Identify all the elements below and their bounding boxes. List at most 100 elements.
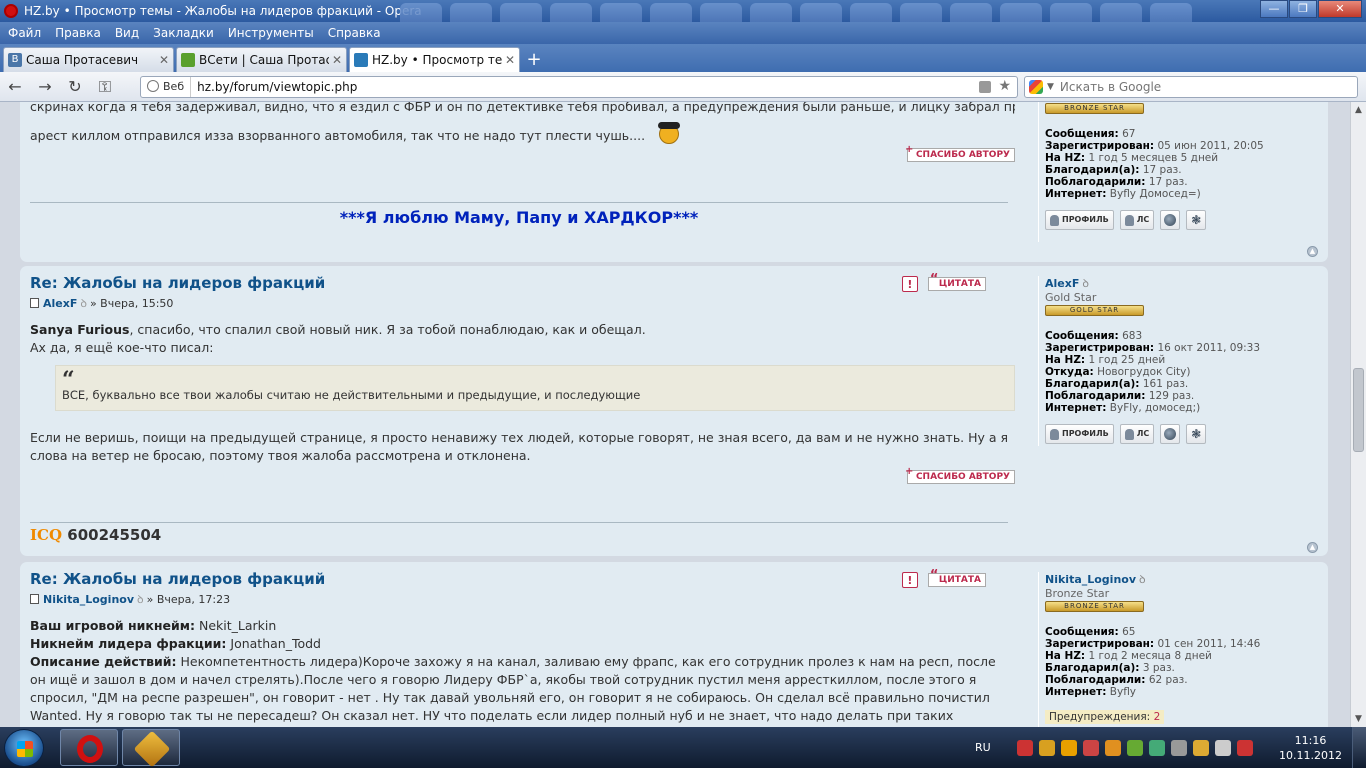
taskbar-clock[interactable]: 11:16 10.11.2012 [1279,733,1342,763]
post-body: Re: Жалобы на лидеров фракций AlexF ꝺ» Вч… [30,274,1015,484]
rss-icon[interactable] [979,81,991,93]
scroll-up-icon[interactable]: ▲ [1351,102,1366,118]
tray-app-icon[interactable] [1082,739,1099,756]
website-button[interactable] [1160,424,1181,444]
pm-button[interactable]: ЛС [1119,424,1155,444]
menu-bookmarks[interactable]: Закладки [153,26,214,40]
network-icon[interactable] [1214,739,1231,756]
show-desktop-button[interactable] [1352,727,1366,768]
tab-vk-profile[interactable]: B Саша Протасевич ✕ [3,47,174,72]
post-body: Re: Жалобы на лидеров фракций Nikita_Log… [30,570,1015,727]
search-box[interactable]: ▼ [1024,76,1358,98]
menu-help[interactable]: Справка [328,26,381,40]
icq-button[interactable]: ❃ [1186,424,1207,444]
key-icon[interactable]: ⚿ [90,77,120,97]
globe-icon [147,80,159,92]
menu-tools[interactable]: Инструменты [228,26,314,40]
tray-app-icon[interactable] [1170,739,1187,756]
post-title[interactable]: Re: Жалобы на лидеров фракций [30,274,1015,292]
post-text: арест киллом отправился изза взорванного… [30,122,1015,145]
scroll-thumb[interactable] [1353,368,1364,452]
tray-app-icon[interactable] [1148,739,1165,756]
post-author-link[interactable]: Nikita_Loginov [43,593,134,606]
report-button[interactable]: ! [901,276,918,292]
language-indicator[interactable]: RU [975,741,991,754]
profile-button[interactable]: ПРОФИЛЬ [1045,210,1114,230]
website-button[interactable] [1160,210,1181,230]
back-button[interactable]: ← [0,77,30,96]
forward-button[interactable]: → [30,77,60,96]
post-author-link[interactable]: AlexF [43,297,77,310]
taskbar-opera-button[interactable] [60,729,118,766]
window-title-bar: HZ.by • Просмотр темы - Жалобы на лидеро… [0,0,1366,41]
post-profile: BRONZE STAR Сообщения: 67 Зарегистрирова… [1038,102,1308,242]
smiley-icon [658,122,681,144]
menu-edit[interactable]: Правка [55,26,101,40]
post-profile: Nikita_Loginov ꝺ Bronze Star BRONZE STAR … [1038,572,1308,727]
volume-muted-icon[interactable] [1236,739,1253,756]
clock-date: 10.11.2012 [1279,749,1342,762]
icq-icon: ❃ [1191,427,1202,441]
pm-button[interactable]: ЛС [1119,210,1155,230]
opera-logo-icon [4,4,18,18]
thanks-author-button[interactable]: СПАСИБО АВТОРУ [905,466,1015,484]
profile-rank: Bronze Star [1045,587,1110,600]
search-input[interactable] [1059,80,1340,94]
winamp-tray-icon[interactable] [1192,739,1209,756]
menu-view[interactable]: Вид [115,26,139,40]
profile-button[interactable]: ПРОФИЛЬ [1045,424,1114,444]
tray-app-icon[interactable] [1016,739,1033,756]
taskbar-winamp-button[interactable] [122,729,180,768]
post-title[interactable]: Re: Жалобы на лидеров фракций [30,570,1015,588]
bookmark-star-icon[interactable]: ★ [998,78,1011,94]
user-icon [1124,428,1134,440]
reload-button[interactable]: ↻ [60,77,90,96]
nvidia-icon[interactable] [1126,739,1143,756]
forum-post: Re: Жалобы на лидеров фракций Nikita_Log… [20,562,1328,727]
page-content: скринах когда я тебя задерживал, видно, … [0,102,1350,727]
start-button[interactable] [4,729,44,767]
profile-username[interactable]: Nikita_Loginov ꝺ [1045,572,1308,587]
quote-button[interactable]: ЦИТАТА [927,570,986,587]
offline-icon: ꝺ [80,297,87,310]
forum-post: скринах когда я тебя задерживал, видно, … [20,102,1328,262]
tray-app-icon[interactable] [1060,739,1077,756]
offline-icon: ꝺ [1082,277,1089,290]
tab-close-icon[interactable]: ✕ [505,53,515,67]
quote-button[interactable]: ЦИТАТА [927,274,986,291]
post-text: Sanya Furious, спасибо, что спалил свой … [30,322,646,355]
tab-close-icon[interactable]: ✕ [332,53,342,67]
tab-vseti[interactable]: ВСети | Саша Протасе... ✕ [176,47,347,72]
rank-badge: GOLD STAR [1045,305,1144,316]
window-title: HZ.by • Просмотр темы - Жалобы на лидеро… [24,4,422,18]
back-to-top-icon[interactable]: ▲ [1307,246,1318,257]
menu-file[interactable]: Файл [8,26,41,40]
tray-app-icon[interactable] [1104,739,1121,756]
tray-app-icon[interactable] [1038,739,1055,756]
tab-hz-forum[interactable]: HZ.by • Просмотр тем... ✕ [349,47,520,72]
profile-rank: Gold Star [1045,291,1097,304]
tab-close-icon[interactable]: ✕ [159,53,169,67]
search-engine-dropdown-icon[interactable]: ▼ [1047,82,1054,92]
page-scrollbar[interactable]: ▲ ▼ [1350,102,1366,727]
close-window-button[interactable]: ✕ [1318,0,1362,18]
site-info-button[interactable]: Веб [141,77,192,97]
icq-icon: ❃ [1191,213,1202,227]
thanks-author-button[interactable]: СПАСИБО АВТОРУ [905,144,1015,162]
report-button[interactable]: ! [901,572,918,588]
rank-badge: BRONZE STAR [1045,103,1144,114]
address-field[interactable]: Веб hz.by/forum/viewtopic.php ★ [140,76,1018,98]
profile-username[interactable]: AlexF ꝺ [1045,276,1308,291]
minimize-button[interactable]: — [1260,0,1288,18]
icq-button[interactable]: ❃ [1186,210,1207,230]
quote-text: ВСЕ, буквально все твои жалобы считаю не… [62,388,641,402]
new-tab-button[interactable]: + [522,48,546,72]
signature-divider [30,202,1008,203]
clock-time: 11:16 [1294,734,1327,747]
tab-label: Саша Протасевич [26,53,139,67]
maximize-button[interactable]: ❐ [1289,0,1317,18]
back-to-top-icon[interactable]: ▲ [1307,542,1318,553]
signature-divider [30,522,1008,523]
post-buttons: ! ЦИТАТА [901,274,986,292]
scroll-down-icon[interactable]: ▼ [1351,711,1366,727]
